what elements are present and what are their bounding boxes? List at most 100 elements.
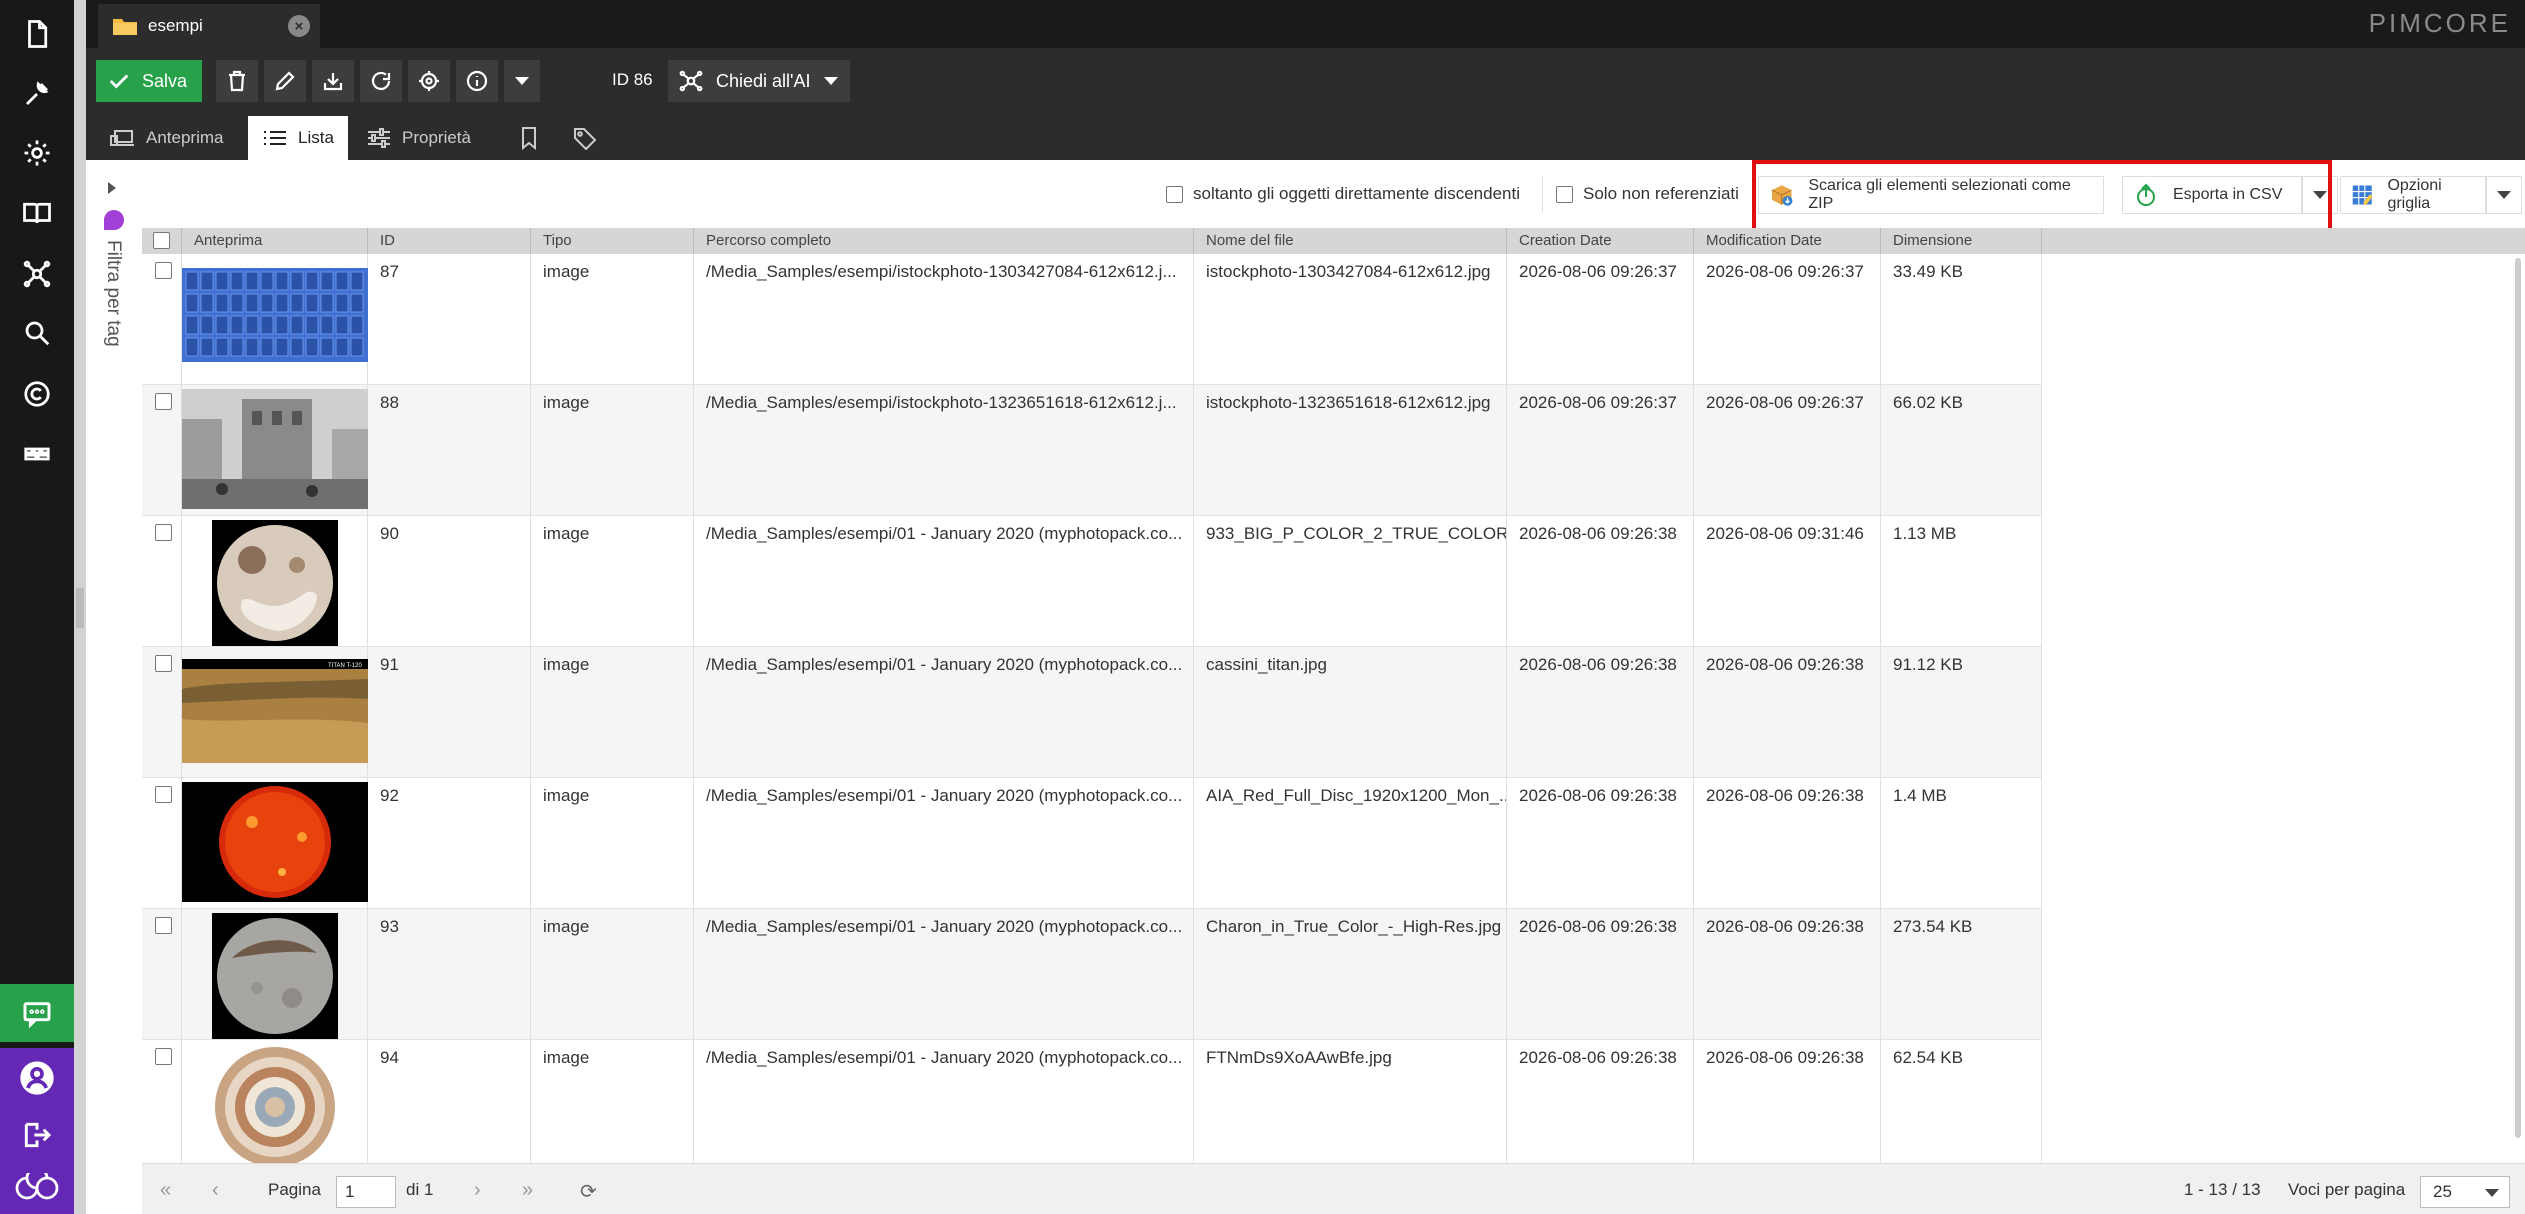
tab-preview[interactable]: Anteprima xyxy=(96,116,237,160)
column-header-creation-date[interactable]: Creation Date xyxy=(1507,228,1694,254)
settings-gear-icon[interactable] xyxy=(0,123,74,183)
cell-path: /Media_Samples/esempi/01 - January 2020 … xyxy=(694,1040,1194,1163)
row-checkbox[interactable] xyxy=(155,524,172,541)
book-icon[interactable] xyxy=(0,183,74,243)
table-row[interactable]: 87 image/Media_Samples/esempi/istockphoto… xyxy=(142,254,2042,385)
column-header-modification-date[interactable]: Modification Date xyxy=(1694,228,1881,254)
thumbnail-image[interactable] xyxy=(182,782,368,902)
thumbnail-image[interactable]: TITAN T-120 xyxy=(182,659,368,763)
page-number-input[interactable]: 1 xyxy=(336,1176,396,1208)
info-button[interactable] xyxy=(456,60,498,102)
previous-page-icon[interactable]: ‹ xyxy=(212,1179,219,1202)
cell-modification-date: 2026-08-06 09:31:46 xyxy=(1694,516,1881,647)
per-page-value: 25 xyxy=(2433,1182,2452,1201)
row-select-cell[interactable] xyxy=(142,385,182,516)
vertical-scrollbar[interactable] xyxy=(2511,258,2525,1158)
cell-size: 1.13 MB xyxy=(1881,516,2042,647)
row-select-cell[interactable] xyxy=(142,1040,182,1163)
row-checkbox[interactable] xyxy=(155,1048,172,1065)
cell-path: /Media_Samples/esempi/01 - January 2020 … xyxy=(694,516,1194,647)
table-row[interactable]: 92 image/Media_Samples/esempi/01 - Januar… xyxy=(142,778,2042,909)
tab-tags[interactable] xyxy=(558,116,612,160)
row-checkbox[interactable] xyxy=(155,393,172,410)
download-zip-button[interactable]: Scarica gli elementi selezionati come ZI… xyxy=(1758,176,2104,214)
export-options-dropdown[interactable] xyxy=(2302,176,2338,214)
ask-ai-button[interactable]: Chiedi all'AI xyxy=(668,60,850,102)
download-button[interactable] xyxy=(312,60,354,102)
filter-by-tag-label[interactable]: Filtra per tag xyxy=(102,240,124,347)
select-all-header[interactable] xyxy=(142,228,182,254)
tab-esempi[interactable]: esempi × xyxy=(98,4,320,48)
row-select-cell[interactable] xyxy=(142,647,182,778)
per-page-select[interactable]: 25 xyxy=(2420,1176,2510,1208)
documents-icon[interactable] xyxy=(0,4,74,64)
select-all-checkbox[interactable] xyxy=(153,232,170,249)
tag-icon xyxy=(574,128,597,150)
unreferenced-checkbox[interactable] xyxy=(1556,185,1573,203)
thumbnail-image[interactable] xyxy=(212,520,338,646)
tools-icon[interactable] xyxy=(0,64,74,124)
search-icon[interactable] xyxy=(0,303,74,363)
view-tabs: Anteprima Lista Proprietà xyxy=(86,112,2525,160)
unreferenced-filter[interactable]: Solo non referenziati xyxy=(1556,184,1739,204)
thumbnail-image[interactable] xyxy=(182,389,368,509)
sidebar-splitter[interactable] xyxy=(74,0,86,1214)
close-tab-icon[interactable]: × xyxy=(288,15,310,37)
save-button[interactable]: Salva xyxy=(96,60,202,102)
row-select-cell[interactable] xyxy=(142,516,182,647)
thumbnail-image[interactable] xyxy=(182,268,368,372)
column-header-id[interactable]: ID xyxy=(368,228,531,254)
rename-button[interactable] xyxy=(264,60,306,102)
checkmark-icon xyxy=(109,74,129,89)
tab-bookmark[interactable] xyxy=(502,116,556,160)
more-dropdown-button[interactable] xyxy=(504,60,540,102)
row-checkbox[interactable] xyxy=(155,655,172,672)
table-row[interactable]: 90 image/Media_Samples/esempi/01 - Januar… xyxy=(142,516,2042,647)
row-select-cell[interactable] xyxy=(142,778,182,909)
chat-icon[interactable] xyxy=(0,984,74,1042)
row-checkbox[interactable] xyxy=(155,786,172,803)
table-row[interactable]: 93 image/Media_Samples/esempi/01 - Januar… xyxy=(142,909,2042,1040)
logout-icon[interactable] xyxy=(0,1108,74,1162)
next-page-icon[interactable]: › xyxy=(474,1179,481,1202)
grid-options-button[interactable]: Opzioni griglia xyxy=(2340,176,2486,214)
user-avatar-icon[interactable] xyxy=(0,1048,74,1108)
column-header-filename[interactable]: Nome del file xyxy=(1194,228,1507,254)
column-header-size[interactable]: Dimensione xyxy=(1881,228,2042,254)
row-checkbox[interactable] xyxy=(155,262,172,279)
delete-button[interactable] xyxy=(216,60,258,102)
table-row[interactable]: 88 image/Media_Samples/esempi/istockphoto… xyxy=(142,385,2042,516)
row-checkbox[interactable] xyxy=(155,917,172,934)
target-icon xyxy=(419,71,439,91)
cell-modification-date: 2026-08-06 09:26:37 xyxy=(1694,385,1881,516)
save-label: Salva xyxy=(142,70,188,91)
thumbnail-image[interactable] xyxy=(212,1044,338,1163)
direct-children-filter[interactable]: soltanto gli oggetti direttamente discen… xyxy=(1166,184,1520,204)
locate-button[interactable] xyxy=(408,60,450,102)
tab-properties[interactable]: Proprietà xyxy=(352,116,485,160)
column-header-type[interactable]: Tipo xyxy=(531,228,694,254)
row-select-cell[interactable] xyxy=(142,254,182,385)
table-row[interactable]: 94 image/Media_Samples/esempi/01 - Januar… xyxy=(142,1040,2042,1163)
column-header-path[interactable]: Percorso completo xyxy=(694,228,1194,254)
refresh-icon[interactable]: ⟳ xyxy=(580,1179,597,1204)
ai-network-icon xyxy=(679,70,703,92)
direct-children-checkbox[interactable] xyxy=(1166,185,1183,203)
copyright-icon[interactable] xyxy=(0,364,74,424)
column-header-preview[interactable]: Anteprima xyxy=(182,228,368,254)
grid-options-dropdown[interactable] xyxy=(2486,176,2522,214)
cell-filename: cassini_titan.jpg xyxy=(1194,647,1507,778)
first-page-icon[interactable]: « xyxy=(160,1179,171,1202)
last-page-icon[interactable]: » xyxy=(522,1179,533,1202)
network-icon[interactable] xyxy=(0,244,74,304)
brand-logo: PIMCORE xyxy=(2368,8,2511,38)
table-row[interactable]: TITAN T-120 91 image/Media_Samples/esempi/… xyxy=(142,647,2042,778)
thumbnail-image[interactable] xyxy=(212,913,338,1039)
reload-button[interactable] xyxy=(360,60,402,102)
expand-arrow-icon[interactable] xyxy=(108,182,116,194)
export-csv-button[interactable]: Esporta in CSV xyxy=(2122,176,2302,214)
cell-modification-date: 2026-08-06 09:26:38 xyxy=(1694,647,1881,778)
row-select-cell[interactable] xyxy=(142,909,182,1040)
marketplace-icon[interactable] xyxy=(0,424,74,484)
tab-list[interactable]: Lista xyxy=(248,116,348,160)
